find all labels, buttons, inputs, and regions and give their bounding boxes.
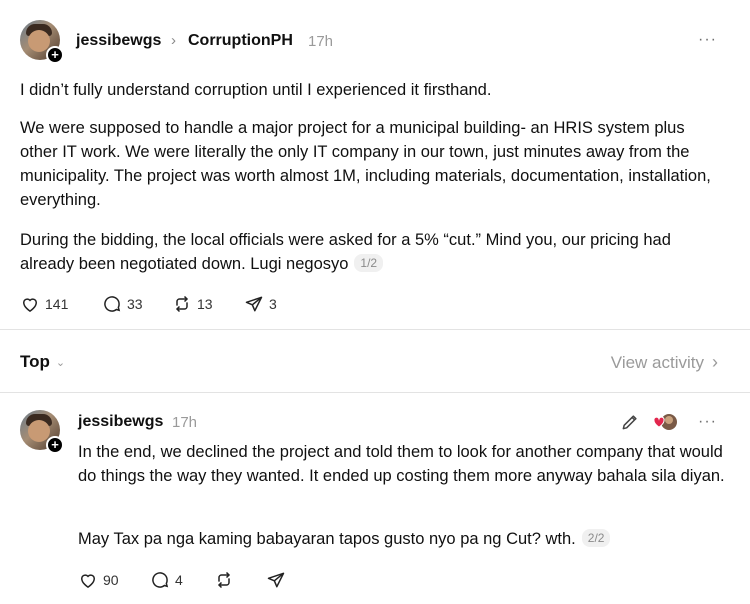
- reply-avatar[interactable]: +: [20, 410, 64, 454]
- chevron-right-icon: ›: [171, 32, 176, 49]
- sort-label: Top: [20, 352, 50, 371]
- post-paragraph-3-text: During the bidding, the local officials …: [20, 231, 671, 273]
- comment-button[interactable]: 33: [102, 294, 143, 314]
- post-paragraph-1: I didn’t fully understand corruption unt…: [20, 81, 492, 99]
- reply-repost-button[interactable]: [214, 570, 234, 590]
- share-count: 3: [269, 296, 277, 312]
- reply-paragraph-2: May Tax pa nga kaming babayaran tapos gu…: [78, 527, 728, 551]
- post-username[interactable]: jessibewgs: [76, 32, 161, 50]
- share-icon: [267, 572, 285, 588]
- reply-timestamp: 17h: [172, 414, 198, 431]
- reply-comment-button[interactable]: 4: [150, 570, 183, 590]
- comment-icon: [152, 572, 169, 588]
- avatar-face: [28, 420, 50, 442]
- reply-paragraph-1: In the end, we declined the project and …: [78, 443, 725, 485]
- chevron-right-icon: ›: [712, 352, 718, 372]
- divider-top: [0, 329, 750, 330]
- reply-paragraph-2-text: May Tax pa nga kaming babayaran tapos gu…: [78, 530, 576, 548]
- post-more-icon[interactable]: ···: [698, 31, 717, 49]
- post-avatar[interactable]: +: [20, 20, 64, 64]
- reactor-heart-icon: [653, 414, 677, 430]
- comment-icon: [104, 296, 121, 312]
- follow-plus-icon[interactable]: +: [46, 436, 64, 454]
- follow-plus-icon[interactable]: +: [46, 46, 64, 64]
- reply-share-button[interactable]: [266, 570, 286, 590]
- like-button[interactable]: 141: [20, 294, 68, 314]
- avatar-face: [28, 30, 50, 52]
- repost-count: 13: [197, 296, 213, 312]
- reply-like-button[interactable]: 90: [78, 570, 119, 590]
- post-paragraph-3: During the bidding, the local officials …: [20, 228, 720, 276]
- pencil-icon[interactable]: [620, 412, 640, 432]
- heart-icon: [80, 574, 96, 588]
- sort-dropdown[interactable]: Top ⌄: [20, 352, 65, 372]
- post-paragraph-2: We were supposed to handle a major proje…: [20, 119, 711, 209]
- chevron-down-icon: ⌄: [55, 356, 66, 369]
- divider-bottom: [0, 392, 750, 393]
- repost-icon: [217, 571, 231, 589]
- share-icon: [245, 296, 263, 312]
- post-timestamp: 17h: [308, 33, 334, 50]
- reply-username[interactable]: jessibewgs: [78, 413, 163, 431]
- share-button[interactable]: 3: [244, 294, 277, 314]
- reply-comment-count: 4: [175, 572, 183, 588]
- view-activity-label: View activity: [610, 352, 704, 372]
- reply-like-count: 90: [103, 572, 119, 588]
- repost-icon: [175, 295, 189, 313]
- reactor-avatars[interactable]: [652, 412, 678, 432]
- reply-more-icon[interactable]: ···: [698, 413, 717, 431]
- post-community-link[interactable]: CorruptionPH: [188, 32, 293, 50]
- heart-icon: [22, 298, 38, 312]
- comment-count: 33: [127, 296, 143, 312]
- reply-page-indicator: 2/2: [581, 529, 611, 547]
- view-activity-link[interactable]: View activity ›: [611, 352, 718, 373]
- like-count: 141: [45, 296, 69, 312]
- repost-button[interactable]: 13: [172, 294, 213, 314]
- post-page-indicator: 1/2: [354, 254, 384, 272]
